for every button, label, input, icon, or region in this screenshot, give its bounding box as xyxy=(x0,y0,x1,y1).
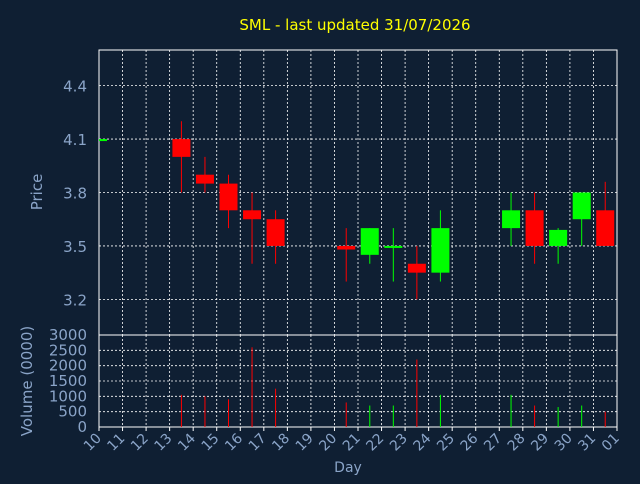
price-tick-label: 3.2 xyxy=(63,291,87,309)
candle-body xyxy=(431,228,450,273)
candle-body xyxy=(384,245,403,248)
x-tick-label: 14 xyxy=(175,430,199,454)
price-tick-label: 4.1 xyxy=(63,131,87,149)
price-tick-label: 3.8 xyxy=(63,185,87,203)
candle-body xyxy=(172,139,191,157)
x-tick-label: 28 xyxy=(505,431,529,455)
x-tick-label: 30 xyxy=(552,431,576,455)
volume-tick-label: 2000 xyxy=(49,357,87,375)
price-axis-label: Price xyxy=(28,174,46,211)
candle-body xyxy=(525,210,544,246)
candle-body xyxy=(99,139,107,142)
x-tick-label: 23 xyxy=(387,431,411,455)
x-tick-label: 29 xyxy=(528,431,552,455)
volume-tick-label: 1000 xyxy=(49,387,87,405)
candle-body xyxy=(195,174,214,184)
chart-title: SML - last updated 31/07/2026 xyxy=(239,16,470,34)
candle-body xyxy=(549,229,568,246)
candle-body xyxy=(407,263,426,273)
volume-tick-label: 2500 xyxy=(49,341,87,359)
candle-body xyxy=(502,210,521,229)
x-tick-label: 19 xyxy=(293,431,317,455)
volume-tick-label: 3000 xyxy=(49,326,87,344)
x-tick-label: 24 xyxy=(411,430,435,454)
price-tick-label: 3.5 xyxy=(63,238,87,256)
x-tick-label: 11 xyxy=(104,431,128,455)
x-tick-label: 20 xyxy=(316,431,340,455)
x-tick-label: 18 xyxy=(269,431,293,455)
price-panel: 3.2 3.5 3.8 4.1 4.4 xyxy=(63,49,618,336)
x-tick-label: 13 xyxy=(152,431,176,455)
x-tick-label: 27 xyxy=(481,431,505,455)
volume-panel: 05001000150020002500300010 11 12 13 14 15 16 17… xyxy=(49,326,623,454)
x-tick-label: 25 xyxy=(434,431,458,455)
x-tick-label: 15 xyxy=(199,431,223,455)
candle-body xyxy=(219,183,238,211)
candle-body xyxy=(596,210,615,246)
x-tick-label: 01 xyxy=(599,431,623,455)
x-tick-label: 12 xyxy=(128,431,152,455)
day-axis-label: Day xyxy=(334,460,362,476)
volume-tick-label: 500 xyxy=(58,403,87,421)
volume-tick-label: 0 xyxy=(77,418,87,436)
candle-body xyxy=(337,245,356,250)
candle-body xyxy=(360,228,379,255)
x-tick-label: 16 xyxy=(222,430,246,454)
stock-chart: SML - last updated 31/07/2026 Price Volu… xyxy=(0,0,640,480)
x-tick-label: 21 xyxy=(340,431,364,455)
x-tick-label: 17 xyxy=(246,431,270,455)
volume-tick-label: 1500 xyxy=(49,372,87,390)
x-tick-label: 31 xyxy=(575,431,599,455)
candle-body xyxy=(266,219,285,246)
volume-axis-label: Volume (0000) xyxy=(18,326,36,436)
x-tick-label: 22 xyxy=(363,431,387,455)
candle-body xyxy=(572,192,591,220)
candle-body xyxy=(243,210,262,220)
price-tick-label: 4.4 xyxy=(63,78,87,96)
x-tick-label: 26 xyxy=(458,430,482,454)
chart-svg: SML - last updated 31/07/2026 Price Volu… xyxy=(18,16,623,476)
